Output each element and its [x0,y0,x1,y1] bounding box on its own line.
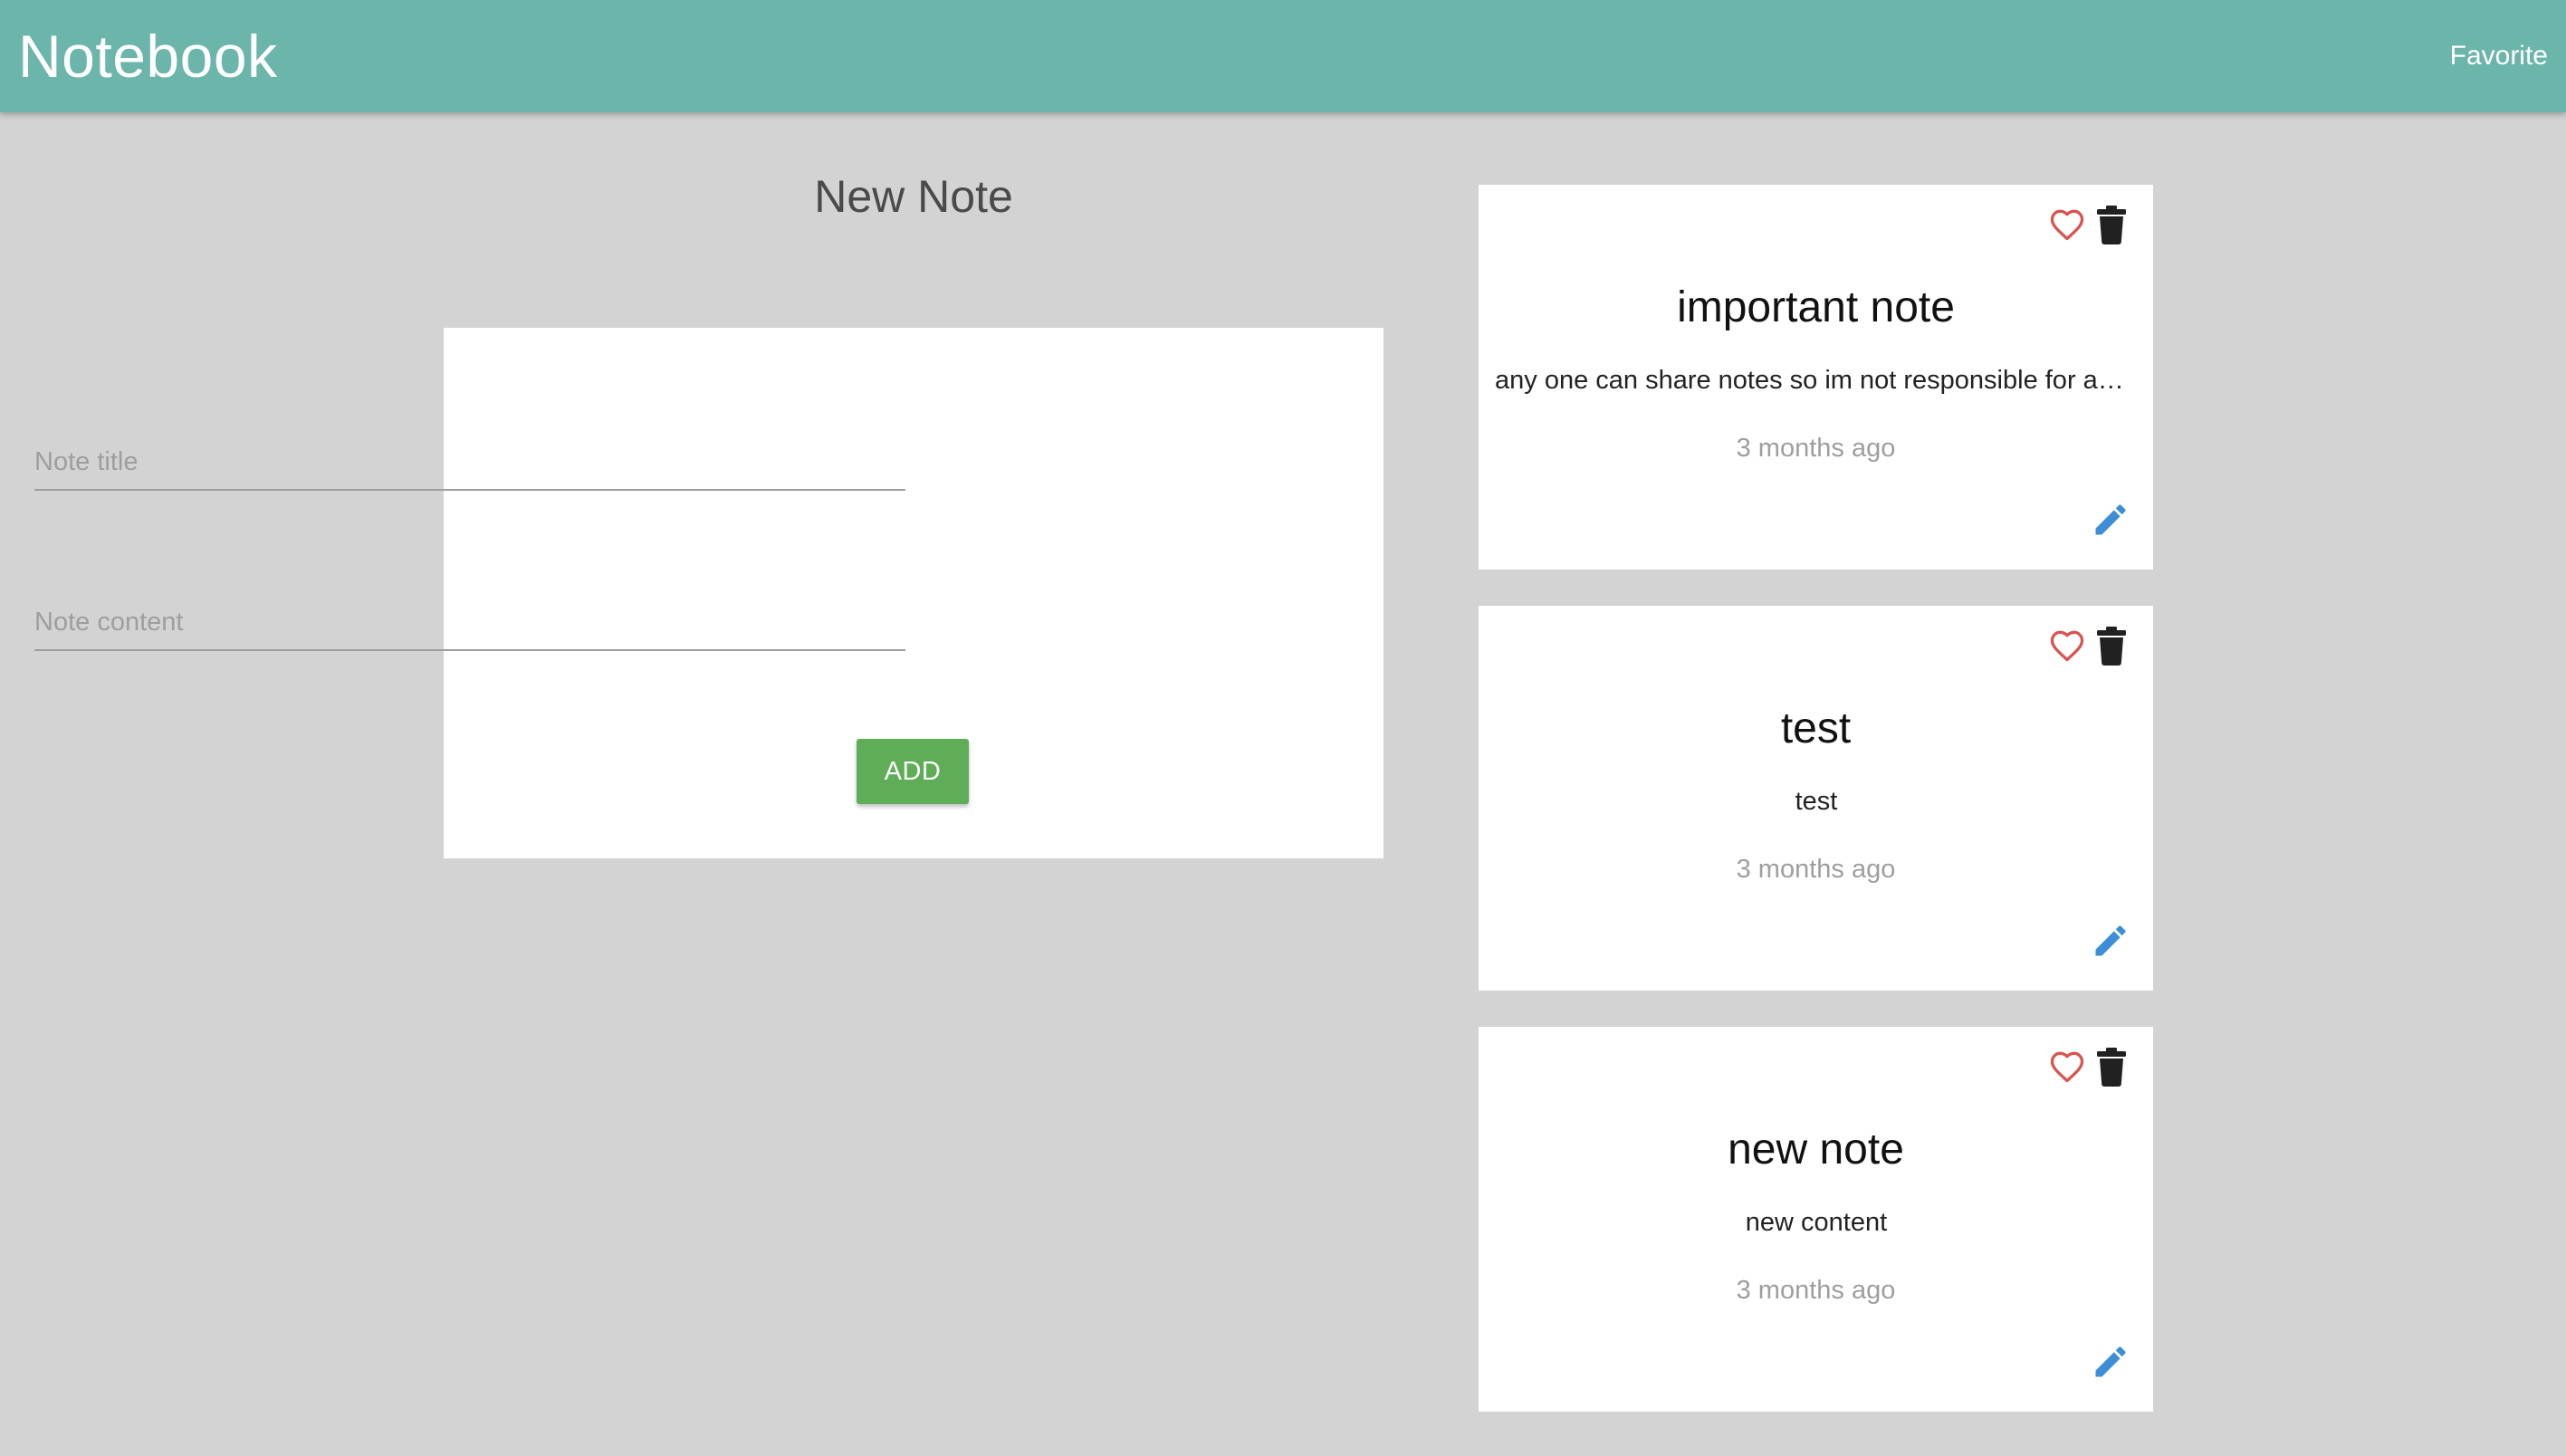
trash-icon[interactable] [2096,205,2127,244]
heart-outline-icon[interactable] [2047,205,2087,244]
pencil-icon[interactable] [2091,500,2130,540]
note-card: test test 3 months ago [1479,606,2153,991]
note-title-input[interactable] [34,435,905,491]
note-timestamp: 3 months ago [1736,1276,1896,1305]
favorite-link[interactable]: Favorite [2450,36,2548,76]
note-timestamp: 3 months ago [1736,434,1896,463]
heart-outline-icon[interactable] [2047,1047,2087,1087]
note-content: new content [1745,1208,1888,1237]
pencil-icon[interactable] [2091,921,2130,961]
note-title: important note [1677,283,1955,331]
note-timestamp: 3 months ago [1736,855,1896,884]
new-note-heading: New Note [814,171,1013,222]
navbar: Notebook Favorite [0,0,2566,112]
note-card: new note new content 3 months ago [1479,1027,2153,1412]
heart-outline-icon[interactable] [2047,626,2087,666]
trash-icon[interactable] [2096,626,2127,666]
note-content-input[interactable] [34,595,905,651]
note-content: any one can share notes so im not respon… [1495,366,2138,395]
note-title: new note [1728,1126,1904,1173]
note-title: test [1780,704,1852,752]
note-content: test [1795,787,1838,816]
add-button[interactable]: ADD [857,739,969,804]
trash-icon[interactable] [2096,1047,2127,1087]
pencil-icon[interactable] [2091,1342,2130,1382]
brand-link[interactable]: Notebook [18,20,278,92]
note-card: important note any one can share notes s… [1479,185,2153,570]
